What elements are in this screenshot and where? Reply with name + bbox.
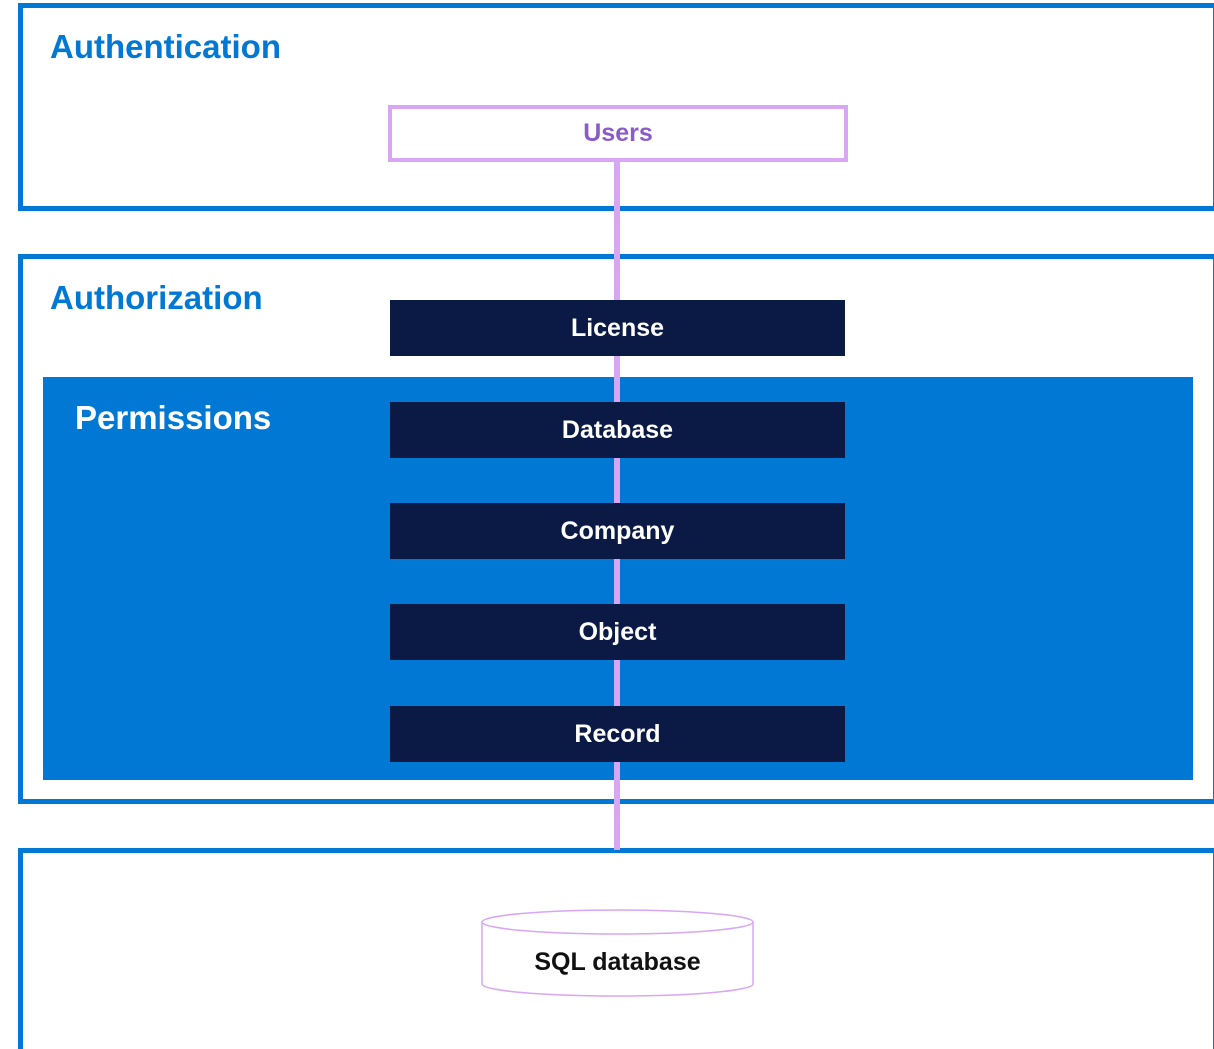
company-permission-node: Company [390, 503, 845, 559]
record-permission-node: Record [390, 706, 845, 762]
authentication-title: Authentication [50, 28, 281, 65]
sql-database-label: SQL database [534, 948, 701, 976]
object-permission-node: Object [390, 604, 845, 660]
database-permission-node: Database [390, 402, 845, 458]
permissions-title: Permissions [75, 399, 272, 436]
security-diagram: Authentication Authorization Permissions… [0, 0, 1214, 1049]
users-node: Users [388, 105, 848, 162]
license-node: License [390, 300, 845, 356]
authorization-title: Authorization [50, 279, 263, 316]
